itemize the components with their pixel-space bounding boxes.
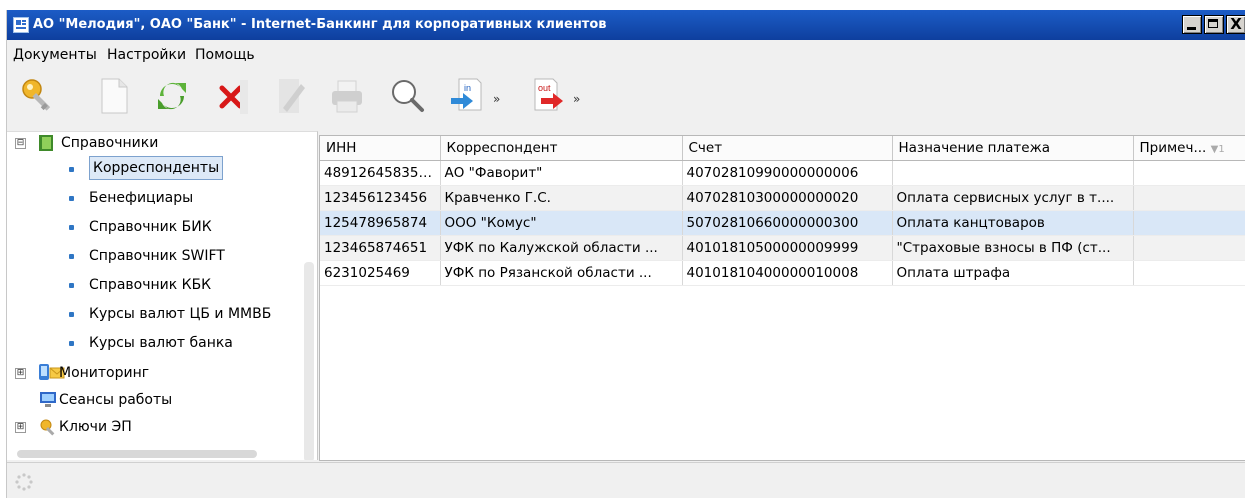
export-out-icon[interactable]: out (527, 76, 567, 116)
column-payment-purpose[interactable]: Назначение платежа (892, 136, 1134, 161)
menu-settings[interactable]: Настройки (107, 47, 186, 63)
sort-indicator-icon: ▼1 (1210, 144, 1225, 155)
close-button[interactable]: X (1226, 15, 1245, 34)
window-title: АО "Мелодия", ОАО "Банк" - Internet-Банк… (33, 17, 607, 32)
cell-inn: 123465874651 (320, 235, 441, 261)
cell-purpose (892, 160, 1134, 186)
tree-item-label: Бенефициары (89, 190, 194, 206)
table-row[interactable]: 6231025469 УФК по Рязанской области ... … (320, 260, 1245, 286)
table-row[interactable]: 125478965874 ООО "Комус" 507028106600000… (320, 210, 1245, 236)
cell-correspondent: АО "Фаворит" (440, 160, 683, 186)
bullet-icon (69, 283, 74, 288)
cell-correspondent: ООО "Комус" (440, 210, 683, 236)
cell-correspondent: Кравченко Г.С. (440, 185, 683, 211)
cell-purpose: "Страховые взносы в ПФ (ст... (892, 235, 1134, 261)
delete-icon[interactable] (212, 76, 252, 116)
menu-bar: Документы Настройки Помощь (7, 40, 1245, 70)
expand-icon[interactable]: ⊞ (15, 368, 26, 379)
cell-inn: 4891264583549 (320, 160, 441, 186)
cell-note (1133, 235, 1245, 261)
app-icon (13, 17, 29, 33)
edit-icon[interactable] (269, 76, 309, 116)
column-inn[interactable]: ИНН (320, 136, 441, 161)
print-icon[interactable] (327, 76, 367, 116)
tree-item-label: Курсы валют ЦБ и ММВБ (89, 306, 272, 322)
correspondents-table: ИНН Корреспондент Счет Назначение платеж… (319, 135, 1245, 461)
app-window: АО "Мелодия", ОАО "Банк" - Internet-Банк… (0, 0, 1245, 498)
column-correspondent[interactable]: Корреспондент (440, 136, 683, 161)
table-row[interactable]: 123465874651 УФК по Калужской области ..… (320, 235, 1245, 261)
tree-item-label: Курсы валют банка (89, 335, 233, 351)
cell-purpose: Оплата канцтоваров (892, 210, 1134, 236)
key-icon[interactable] (19, 76, 59, 116)
cell-account: 40702810300000000020 (682, 185, 893, 211)
table-row[interactable]: 123456123456 Кравченко Г.С. 407028103000… (320, 185, 1245, 211)
computer-icon (40, 392, 56, 407)
cell-note (1133, 210, 1245, 236)
table-row[interactable]: 4891264583549 АО "Фаворит" 4070281099000… (320, 160, 1245, 186)
svg-text:in: in (464, 83, 471, 93)
tree-item-label: Корреспонденты (89, 156, 224, 180)
window-controls: X (1182, 15, 1245, 35)
bullet-icon (69, 196, 74, 201)
new-document-icon[interactable] (93, 76, 133, 116)
cell-inn: 123456123456 (320, 185, 441, 211)
loading-spinner-icon (15, 473, 33, 491)
tree-item-label: Справочник КБК (89, 277, 212, 293)
tree-label: Мониторинг (59, 365, 150, 381)
cell-account: 50702810660000000300 (682, 210, 893, 236)
cell-note (1133, 160, 1245, 186)
refresh-icon[interactable] (152, 76, 192, 116)
column-note[interactable]: Примеч... ▼1 (1133, 136, 1245, 161)
maximize-button[interactable] (1204, 15, 1224, 34)
cell-account: 40101810500000009999 (682, 235, 893, 261)
navigation-tree: ⊟ Справочники Корреспонденты Бенефициары… (7, 131, 318, 460)
cell-inn: 6231025469 (320, 260, 441, 286)
cell-note (1133, 185, 1245, 211)
column-note-label: Примеч... (1139, 140, 1207, 156)
tree-horizontal-scrollbar[interactable] (17, 450, 257, 458)
tree-item-label: Справочник SWIFT (89, 248, 225, 264)
cell-note (1133, 260, 1245, 286)
expand-icon[interactable]: ⊞ (15, 422, 26, 433)
cell-correspondent: УФК по Рязанской области ... (440, 260, 683, 286)
tree-item-label: Справочник БИК (89, 219, 212, 235)
search-icon[interactable] (387, 76, 427, 116)
status-bar (7, 462, 1245, 499)
table-header: ИНН Корреспондент Счет Назначение платеж… (320, 136, 1245, 161)
menu-documents[interactable]: Документы (13, 47, 97, 63)
tree-vertical-scrollbar[interactable] (304, 262, 314, 460)
svg-text:out: out (538, 83, 551, 93)
cell-correspondent: УФК по Калужской области ... (440, 235, 683, 261)
toolbar: in » out » (7, 72, 1245, 124)
cell-purpose: Оплата сервисных услуг в т.... (892, 185, 1134, 211)
minimize-button[interactable] (1182, 15, 1202, 34)
bullet-icon (69, 167, 74, 172)
key-icon (40, 419, 55, 436)
bullet-icon (69, 312, 74, 317)
cell-account: 40702810990000000006 (682, 160, 893, 186)
title-bar[interactable]: АО "Мелодия", ОАО "Банк" - Internet-Банк… (7, 10, 1245, 40)
cell-account: 40101810400000010008 (682, 260, 893, 286)
import-dropdown-chevron-icon[interactable]: » (493, 92, 500, 106)
tree-label: Ключи ЭП (59, 419, 132, 435)
export-dropdown-chevron-icon[interactable]: » (573, 92, 580, 106)
cell-purpose: Оплата штрафа (892, 260, 1134, 286)
book-icon (39, 135, 53, 151)
bullet-icon (69, 341, 74, 346)
bullet-icon (69, 254, 74, 259)
menu-help[interactable]: Помощь (195, 47, 255, 63)
column-account[interactable]: Счет (682, 136, 893, 161)
cell-inn: 125478965874 (320, 210, 441, 236)
bullet-icon (69, 225, 74, 230)
import-in-icon[interactable]: in (447, 76, 487, 116)
window-frame: АО "Мелодия", ОАО "Банк" - Internet-Банк… (6, 10, 1245, 498)
tree-label: Сеансы работы (59, 392, 173, 408)
collapse-icon[interactable]: ⊟ (15, 138, 26, 149)
tree-label: Справочники (61, 135, 159, 151)
